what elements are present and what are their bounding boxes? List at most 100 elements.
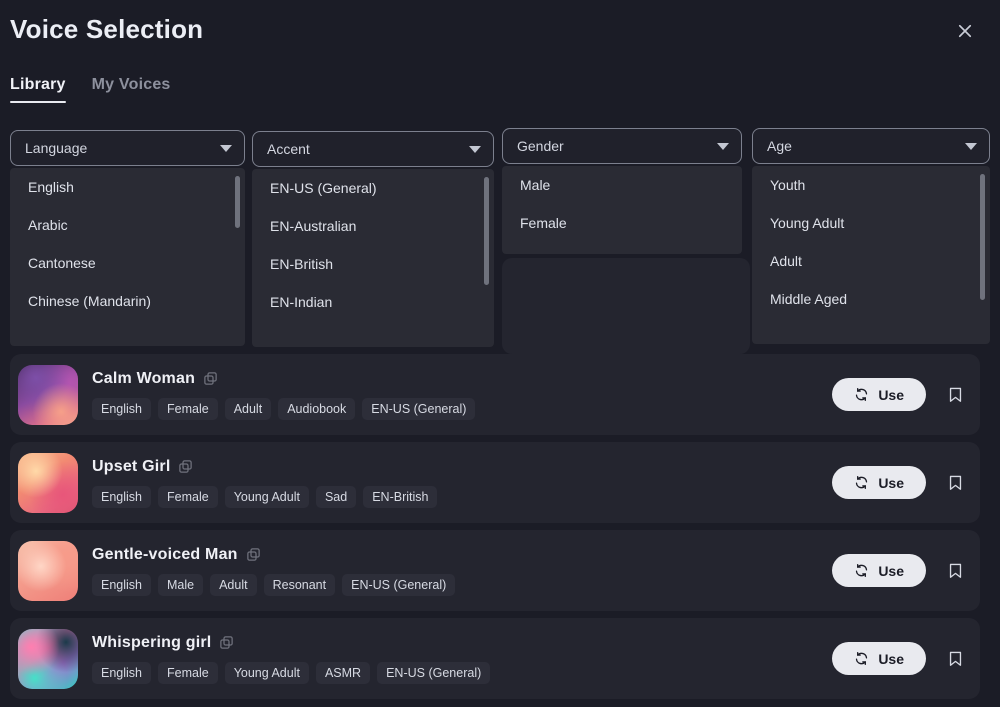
age-dropdown-scrollbar[interactable] [980,174,985,300]
use-button[interactable]: Use [832,642,926,675]
voice-name: Gentle-voiced Man [92,545,238,563]
voice-card[interactable]: Calm Woman English Female Adult Audiobook EN… [10,354,980,435]
voice-info: Gentle-voiced Man English Male Adult Resona… [92,546,832,596]
voice-tag: Female [158,661,218,684]
voice-list: Calm Woman English Female Adult Audiobook EN… [10,354,980,699]
voice-tag: English [92,661,151,684]
voice-tag-row: English Female Adult Audiobook EN-US (Genera… [92,397,832,420]
voice-tag-row: English Female Young Adult ASMR EN-US (Gener… [92,661,832,684]
chevron-down-icon [220,144,232,152]
language-select[interactable]: Language [10,130,245,166]
voice-tag: Female [158,485,218,508]
language-dropdown-scrollbar[interactable] [235,176,240,228]
use-button-label: Use [878,474,904,491]
voice-tag: Audiobook [278,397,356,420]
age-option-young-adult[interactable]: Young Adult [752,204,990,242]
gender-select[interactable]: Gender [502,128,742,164]
voice-name-row: Upset Girl [92,458,832,476]
accent-option-en-australian[interactable]: EN-Australian [252,207,494,245]
bookmark-icon [949,651,961,666]
voice-tag: EN-British [363,485,438,508]
use-button-label: Use [878,386,904,403]
voice-card[interactable]: Gentle-voiced Man English Male Adult Resona… [10,530,980,611]
voice-name-row: Calm Woman [92,370,832,388]
bookmark-icon [949,563,961,578]
voice-tag: EN-US (General) [362,397,476,420]
avatar [18,540,78,601]
language-option-arabic[interactable]: Arabic [10,206,245,244]
voice-info: Upset Girl English Female Young Adult Sad EN… [92,458,832,508]
voice-card[interactable]: Upset Girl English Female Young Adult Sad EN… [10,442,980,523]
tab-library[interactable]: Library [10,76,66,103]
copy-icon[interactable] [203,371,218,386]
filter-gender: Gender Male Female [502,128,742,254]
language-option-english[interactable]: English [10,168,245,206]
voice-tag: Resonant [263,573,336,596]
bookmark-button[interactable] [944,383,966,407]
bookmark-icon [949,387,961,402]
copy-icon[interactable] [219,635,234,650]
voice-info: Calm Woman English Female Adult Audiobook EN… [92,370,832,420]
voice-tag: English [92,573,151,596]
accent-option-list: EN-US (General) EN-Australian EN-British… [252,169,494,321]
filter-accent: Accent EN-US (General) EN-Australian EN-… [252,131,494,347]
voice-tag: Sad [315,485,357,508]
use-button[interactable]: Use [832,378,926,411]
voice-tag: ASMR [315,661,371,684]
use-button-label: Use [878,562,904,579]
age-option-youth[interactable]: Youth [752,166,990,204]
voice-card[interactable]: Whispering girl English Female Young Adult… [10,618,980,699]
voice-tag: Young Adult [224,485,309,508]
copy-icon[interactable] [178,459,193,474]
voice-tag: Male [158,573,204,596]
accent-option-en-indian[interactable]: EN-Indian [252,283,494,321]
copy-icon[interactable] [246,547,261,562]
use-button[interactable]: Use [832,554,926,587]
avatar [18,364,78,425]
chevron-down-icon [965,142,977,150]
age-dropdown: Youth Young Adult Adult Middle Aged [752,166,990,344]
age-option-list: Youth Young Adult Adult Middle Aged [752,166,990,318]
language-dropdown: English Arabic Cantonese Chinese (Mandar… [10,168,245,346]
filter-language: Language English Arabic Cantonese Chines… [10,130,245,346]
accent-dropdown-scrollbar[interactable] [484,177,489,285]
accent-select-label: Accent [267,141,310,157]
gender-option-female[interactable]: Female [502,204,742,242]
bookmark-icon [949,475,961,490]
voice-selection-dialog: Voice Selection Library My Voices Langua… [0,0,1000,707]
voice-actions: Use [832,378,966,411]
use-button[interactable]: Use [832,466,926,499]
voice-name: Upset Girl [92,457,171,475]
voice-tag-row: English Female Young Adult Sad EN-British [92,485,832,508]
chevron-down-icon [469,145,481,153]
language-option-cantonese[interactable]: Cantonese [10,244,245,282]
voice-tag: Adult [210,573,257,596]
accent-option-en-british[interactable]: EN-British [252,245,494,283]
voice-tag: English [92,485,151,508]
language-option-chinese-mandarin[interactable]: Chinese (Mandarin) [10,282,245,320]
avatar [18,452,78,513]
use-button-label: Use [878,650,904,667]
age-select[interactable]: Age [752,128,990,164]
chevron-down-icon [717,142,729,150]
gender-option-list: Male Female [502,166,742,242]
tab-bar: Library My Voices [10,76,171,103]
bookmark-button[interactable] [944,647,966,671]
refresh-icon [856,475,868,490]
close-button[interactable] [952,18,978,44]
age-option-middle-aged[interactable]: Middle Aged [752,280,990,318]
tab-my-voices[interactable]: My Voices [92,76,171,103]
bookmark-button[interactable] [944,559,966,583]
age-option-adult[interactable]: Adult [752,242,990,280]
gender-option-male[interactable]: Male [502,166,742,204]
language-select-label: Language [25,140,88,156]
language-option-list: English Arabic Cantonese Chinese (Mandar… [10,168,245,320]
voice-name-row: Gentle-voiced Man [92,546,832,564]
gender-dropdown: Male Female [502,166,742,254]
accent-option-en-us-general[interactable]: EN-US (General) [252,169,494,207]
voice-actions: Use [832,554,966,587]
refresh-icon [856,651,868,666]
voice-tag: Female [158,397,218,420]
accent-select[interactable]: Accent [252,131,494,167]
bookmark-button[interactable] [944,471,966,495]
